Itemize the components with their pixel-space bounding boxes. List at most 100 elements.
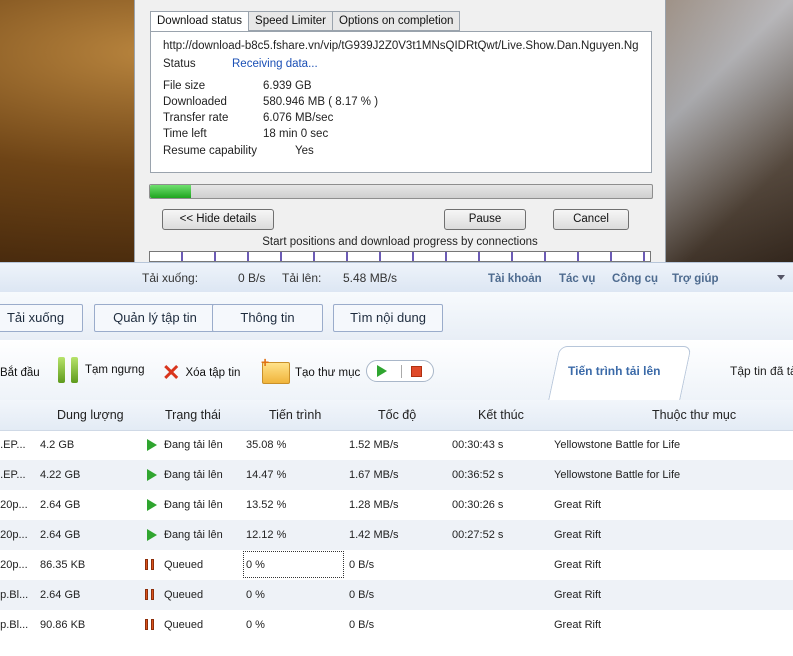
tab-uploaded-files[interactable]: Tập tin đã tả [730,364,793,378]
column-finish[interactable]: Kết thúc [478,408,524,422]
file-size: 2.64 GB [40,529,81,541]
resume-label: Resume capability [163,145,257,157]
queued-icon [145,559,155,570]
upload-status: Queued [164,559,204,571]
upload-speed: 0 B/s [349,619,375,631]
upload-status: Đang tải lên [164,529,223,541]
upload-progress: 13.52 % [246,499,287,511]
delete-file-label: Xóa tập tin [185,367,241,379]
upload-status: Queued [164,589,204,601]
file-name: 0p.Bl... [0,619,29,631]
folder-name: Yellowstone Battle for Life [554,439,681,451]
main-nav: Tải xuống Quản lý tập tin Thông tin Tìm … [0,292,793,340]
upload-progress: 35.08 % [246,439,287,451]
file-size-value: 6.939 GB [263,80,312,92]
finish-time: 00:30:26 s [452,499,504,511]
column-status[interactable]: Trạng thái [165,408,221,422]
table-row[interactable]: 720p... 2.64 GB Đang tải lên 13.52 % 1.28 MB… [0,490,793,520]
menu-tasks[interactable]: Tác vụ [559,273,595,285]
column-size[interactable]: Dung lượng [57,408,124,422]
table-row[interactable]: 0p.Bl... 2.64 GB Queued 0 % 0 B/s Great Rift [0,580,793,610]
folder-name: Great Rift [554,529,602,541]
play-icon[interactable] [377,365,387,377]
upload-app-window: Tải xuống: 0 B/s Tải lên: 5.48 MB/s Tài … [0,262,793,656]
menu-tools[interactable]: Công cụ [612,273,658,285]
downloaded-row: Downloaded 580.946 MB ( 8.17 % ) [163,96,378,108]
time-left-value: 18 min 0 sec [263,128,329,140]
table-row[interactable]: 0p.Bl... 90.86 KB Queued 0 % 0 B/s Great Rift [0,610,793,640]
wallpaper-highlight [653,0,793,262]
cancel-button[interactable]: Cancel [553,209,629,230]
resume-row: Resume capability Yes [163,145,314,157]
tab-options-on-completion[interactable]: Options on completion [332,11,461,31]
start-label: Bắt đầu [0,367,40,379]
nav-download[interactable]: Tải xuống [0,304,83,332]
upload-speed: 1.52 MB/s [349,439,399,451]
column-speed[interactable]: Tốc độ [378,408,416,422]
nav-search-content[interactable]: Tìm nội dung [333,304,443,332]
file-size-label: File size [163,80,206,92]
play-stop-control[interactable] [366,360,434,382]
table-row[interactable]: 720p... 86.35 KB Queued 0 % 0 B/s Great Rift [0,550,793,580]
finish-time: 00:27:52 s [452,529,504,541]
resume-value: Yes [295,145,314,157]
file-size: 4.2 GB [40,439,75,451]
transfer-rate-row: Transfer rate 6.076 MB/sec [163,112,333,124]
upload-speed: 1.42 MB/s [349,529,399,541]
chevron-down-icon[interactable] [777,275,785,280]
folder-name: Great Rift [554,499,602,511]
nav-file-manager[interactable]: Quản lý tập tin [94,304,216,332]
table-row[interactable]: e.EP... 4.2 GB Đang tải lên 35.08 % 1.52 MB/… [0,430,793,460]
table-row[interactable]: e.EP... 4.22 GB Đang tải lên 14.47 % 1.67 MB… [0,460,793,490]
hide-details-button[interactable]: << Hide details [162,209,274,230]
transfer-rate-label: Transfer rate [163,112,229,124]
download-dialog: Download status Speed Limiter Options on… [134,0,666,262]
upload-status: Đang tải lên [164,499,223,511]
upload-status: Đang tải lên [164,439,223,451]
new-folder-button[interactable]: Tạo thư mục [261,354,360,384]
upload-progress: 0 % [246,589,265,601]
downloaded-value: 580.946 MB ( 8.17 % ) [263,96,379,108]
folder-name: Great Rift [554,589,602,601]
queued-icon [145,619,155,630]
tab-speed-limiter[interactable]: Speed Limiter [248,11,333,31]
nav-info[interactable]: Thông tin [212,304,323,332]
start-button[interactable]: Bắt đầu [0,362,40,384]
download-status-panel: http://download-b8c5.fshare.vn/vip/tG939… [150,31,652,173]
pause-button[interactable]: Pause [444,209,526,230]
tab-download-status[interactable]: Download status [150,11,250,32]
file-size: 4.22 GB [40,469,81,481]
control-divider [401,365,402,378]
file-size-row: File size 6.939 GB [163,80,312,92]
file-name: e.EP... [0,439,26,451]
upload-speed: 0 B/s [349,589,375,601]
new-folder-icon [261,354,290,384]
file-size: 2.64 GB [40,589,81,601]
upload-progress: 12.12 % [246,529,287,541]
delete-file-button[interactable]: ✕ Xóa tập tin [162,362,240,384]
upload-progress: 0 % [246,619,265,631]
folder-name: Great Rift [554,559,602,571]
column-folder[interactable]: Thuộc thư mục [652,408,736,422]
file-size: 90.86 KB [40,619,86,631]
pause-toolbar-button[interactable]: Tạm ngưng [58,354,144,386]
file-size: 86.35 KB [40,559,86,571]
download-speed-value: 0 B/s [238,271,266,285]
uploading-icon [147,469,157,481]
upload-speed-value: 5.48 MB/s [343,271,398,285]
upload-status: Queued [164,619,204,631]
upload-speed: 0 B/s [349,559,375,571]
file-name: 720p... [0,499,28,511]
upload-status: Đang tải lên [164,469,223,481]
dialog-tabs: Download status Speed Limiter Options on… [150,11,461,32]
tab-upload-progress[interactable]: Tiến trình tải lên [568,364,660,378]
file-name: 720p... [0,529,28,541]
stop-icon[interactable] [411,366,422,377]
table-row[interactable]: 720p... 2.64 GB Đang tải lên 12.12 % 1.42 MB… [0,520,793,550]
connections-progress-bar [149,251,651,262]
menu-account[interactable]: Tài khoản [488,273,542,285]
folder-name: Great Rift [554,619,602,631]
column-progress[interactable]: Tiến trình [269,408,321,422]
menu-help[interactable]: Trợ giúp [672,273,719,285]
table-header: Dung lượng Trạng thái Tiến trình Tốc độ … [0,400,793,431]
